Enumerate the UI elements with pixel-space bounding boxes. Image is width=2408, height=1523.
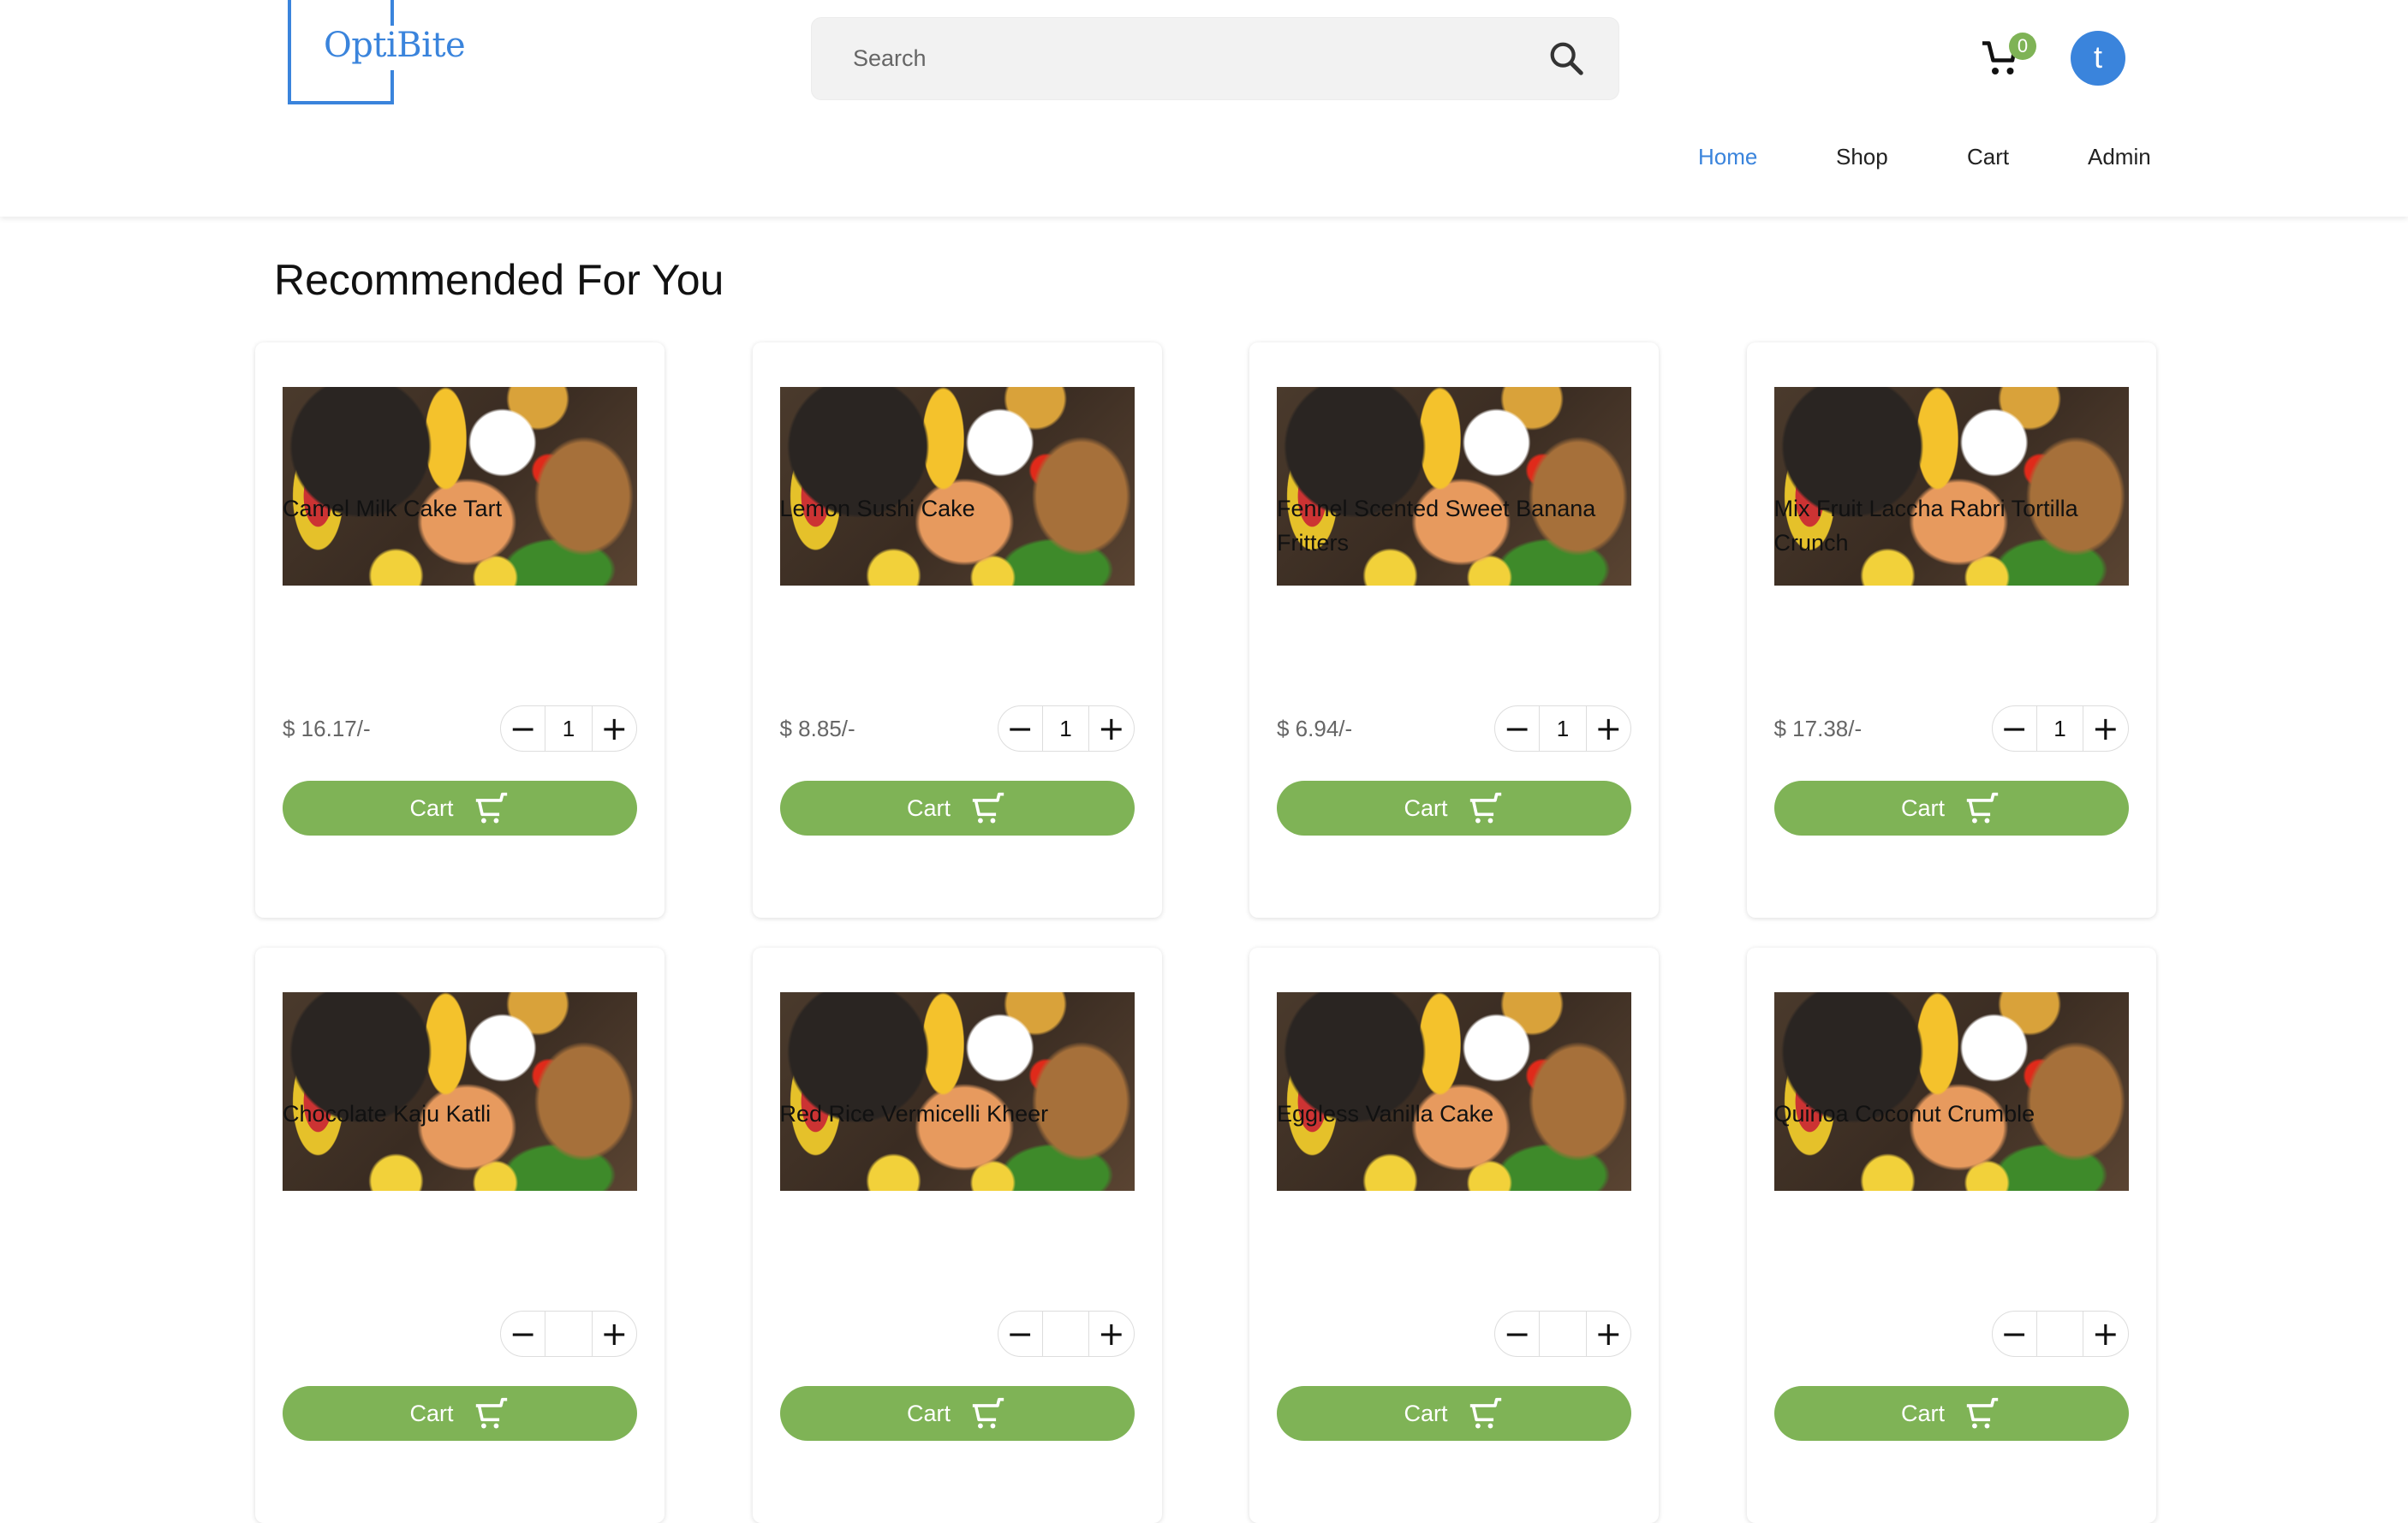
nav-admin[interactable]: Admin — [2088, 144, 2151, 170]
add-to-cart-button[interactable]: Cart — [283, 1386, 637, 1441]
product-price: $ 16.17/- — [283, 716, 371, 741]
product-name[interactable]: Mix Fruit Laccha Rabri Tortilla Crunch — [1774, 491, 2129, 560]
quantity-stepper: − + — [500, 1311, 637, 1357]
decrement-button[interactable]: − — [501, 706, 545, 751]
product-name[interactable]: Eggless Vanilla Cake — [1277, 1097, 1631, 1131]
add-to-cart-label: Cart — [1900, 794, 1945, 821]
quantity-value[interactable]: 1 — [545, 706, 593, 751]
add-to-cart-button[interactable]: Cart — [779, 781, 1135, 836]
search-icon[interactable] — [1547, 39, 1586, 78]
product-name[interactable]: Lemon Sushi Cake — [780, 491, 1135, 526]
product-card: Chocolate Kaju Katli − + Cart — [255, 948, 665, 1523]
increment-button[interactable]: + — [2083, 706, 2127, 751]
product-card: Mix Fruit Laccha Rabri Tortilla Crunch $… — [1746, 342, 2156, 918]
search-input[interactable] — [853, 18, 1538, 99]
quantity-stepper: − + — [1494, 1311, 1631, 1357]
add-to-cart-button[interactable]: Cart — [1773, 1386, 2129, 1441]
increment-button[interactable]: + — [593, 706, 636, 751]
quantity-value[interactable]: 1 — [2035, 706, 2084, 751]
decrement-button[interactable]: − — [998, 1312, 1042, 1356]
add-to-cart-button[interactable]: Cart — [779, 1386, 1135, 1441]
cart-icon — [972, 1397, 1004, 1429]
increment-button[interactable]: + — [1587, 706, 1630, 751]
add-to-cart-label: Cart — [1404, 1400, 1448, 1426]
quantity-stepper: − + — [1991, 1311, 2129, 1357]
increment-button[interactable]: + — [1587, 1312, 1630, 1356]
product-image[interactable] — [779, 992, 1135, 1191]
add-to-cart-label: Cart — [409, 1400, 454, 1426]
increment-button[interactable]: + — [1089, 1312, 1133, 1356]
logo-text: OptiBite — [324, 26, 466, 65]
product-price: $ 6.94/- — [1277, 716, 1353, 741]
product-card: Camel Milk Cake Tart $ 16.17/- − 1 + Car… — [255, 342, 665, 918]
cart-icon — [1469, 792, 1501, 824]
quantity-value[interactable] — [545, 1312, 593, 1356]
quantity-stepper: − + — [997, 1311, 1135, 1357]
nav-cart[interactable]: Cart — [1967, 144, 2009, 170]
add-to-cart-button[interactable]: Cart — [283, 781, 637, 836]
cart-icon — [1966, 792, 1999, 824]
cart-icon — [1469, 1397, 1501, 1429]
site-header: OptiBite 0 t Home Shop Cart Admin — [0, 0, 2408, 217]
decrement-button[interactable]: − — [501, 1312, 545, 1356]
product-card: Red Rice Vermicelli Kheer − + Cart — [752, 948, 1162, 1523]
quantity-value[interactable]: 1 — [1539, 706, 1587, 751]
decrement-button[interactable]: − — [1495, 1312, 1539, 1356]
add-to-cart-label: Cart — [906, 794, 951, 821]
decrement-button[interactable]: − — [1993, 1312, 2036, 1356]
user-avatar[interactable]: t — [2071, 31, 2125, 86]
quantity-value[interactable] — [1041, 1312, 1090, 1356]
product-name[interactable]: Red Rice Vermicelli Kheer — [780, 1097, 1135, 1131]
decrement-button[interactable]: − — [1993, 706, 2036, 751]
product-image[interactable] — [283, 387, 637, 586]
logo[interactable]: OptiBite — [288, 0, 466, 104]
cart-icon — [475, 1397, 507, 1429]
search-bar — [811, 17, 1619, 100]
cart-icon — [1966, 1397, 1999, 1429]
decrement-button[interactable]: − — [998, 706, 1042, 751]
add-to-cart-label: Cart — [1900, 1400, 1945, 1426]
product-price: $ 8.85/- — [779, 716, 855, 741]
quantity-value[interactable] — [2035, 1312, 2084, 1356]
nav-shop[interactable]: Shop — [1836, 144, 1888, 170]
product-image[interactable] — [1773, 992, 2129, 1191]
add-to-cart-button[interactable]: Cart — [1277, 1386, 1631, 1441]
add-to-cart-label: Cart — [1404, 794, 1448, 821]
cart-count-badge: 0 — [2009, 33, 2036, 60]
quantity-stepper: − 1 + — [1494, 705, 1631, 752]
product-card: Quinoa Coconut Crumble − + Cart — [1746, 948, 2156, 1523]
add-to-cart-label: Cart — [906, 1400, 951, 1426]
quantity-stepper: − 1 + — [500, 705, 637, 752]
product-image[interactable] — [779, 387, 1135, 586]
product-card: Lemon Sushi Cake $ 8.85/- − 1 + Cart — [752, 342, 1162, 918]
quantity-stepper: − 1 + — [1991, 705, 2129, 752]
quantity-stepper: − 1 + — [997, 705, 1135, 752]
increment-button[interactable]: + — [593, 1312, 636, 1356]
quantity-value[interactable]: 1 — [1041, 706, 1090, 751]
cart-icon — [475, 792, 507, 824]
increment-button[interactable]: + — [1089, 706, 1133, 751]
product-image[interactable] — [283, 992, 637, 1191]
product-name[interactable]: Quinoa Coconut Crumble — [1774, 1097, 2129, 1131]
product-name[interactable]: Chocolate Kaju Katli — [283, 1097, 637, 1131]
product-card: Eggless Vanilla Cake − + Cart — [1249, 948, 1659, 1523]
add-to-cart-button[interactable]: Cart — [1773, 781, 2129, 836]
page-title: Recommended For You — [274, 256, 724, 304]
add-to-cart-label: Cart — [409, 794, 454, 821]
add-to-cart-button[interactable]: Cart — [1277, 781, 1631, 836]
decrement-button[interactable]: − — [1495, 706, 1539, 751]
quantity-value[interactable] — [1539, 1312, 1587, 1356]
product-name[interactable]: Camel Milk Cake Tart — [283, 491, 637, 526]
product-card: Fennel Scented Sweet Banana Fritters $ 6… — [1249, 342, 1659, 918]
product-image[interactable] — [1277, 992, 1631, 1191]
product-name[interactable]: Fennel Scented Sweet Banana Fritters — [1277, 491, 1631, 560]
product-price: $ 17.38/- — [1773, 716, 1863, 741]
increment-button[interactable]: + — [2083, 1312, 2127, 1356]
cart-icon — [972, 792, 1004, 824]
nav-home[interactable]: Home — [1698, 144, 1757, 170]
